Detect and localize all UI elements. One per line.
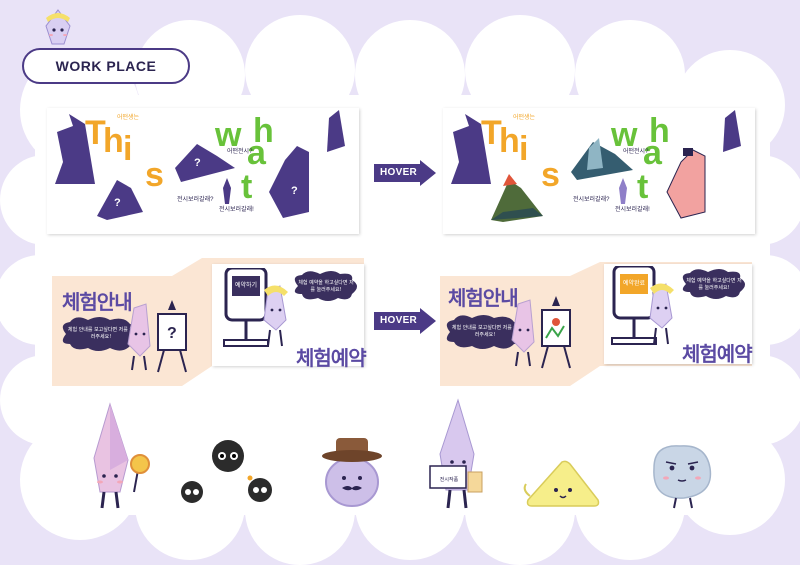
small-rocket-icon (223, 178, 231, 204)
crystal-sign-character (429, 398, 483, 509)
experience-reservation-title: 체험예약 (682, 342, 753, 366)
letter-t2: t (241, 168, 253, 206)
this-what-after-panel: T h i s w h a t 어떤생는 어떤전시? 전시보러갈래? 전시보러갈… (443, 108, 755, 234)
svg-text:?: ? (167, 325, 177, 342)
mascot-logo-icon (45, 9, 71, 45)
sign-label: 전시작품 (439, 477, 459, 483)
small-text-2: 어떤전시? (623, 149, 649, 155)
svg-text:?: ? (114, 197, 121, 209)
hover-arrow-1: HOVER (374, 160, 438, 186)
speech-bubble-right-text: 체험 예약을 하고싶다면 저를 눌러주세요! (686, 278, 742, 291)
letter-s: s (541, 156, 560, 194)
experience-reservation-title: 체험예약 (296, 346, 367, 370)
hat-mustache-character (322, 438, 382, 507)
crystal-character-with-painted-easel (511, 296, 571, 369)
this-what-before-panel: ? ? ? T h i s w h a t 어떤생는 어떤전시? 전시보러갈래?… (47, 108, 359, 234)
crystal-character-with-easel: ? (127, 300, 187, 373)
page-title-pill: WORK PLACE (22, 48, 190, 84)
soot-sprites-characters (181, 440, 272, 503)
speech-bubble-right-text: 체험 예약을 하고싶다면 저를 눌러주세요! (298, 280, 354, 293)
letter-s: s (145, 156, 164, 194)
caption-2: 전시보러갈래! (219, 207, 254, 213)
caption-1: 전시보러갈래? (573, 197, 610, 203)
small-text-1: 어떤생는 (513, 115, 536, 121)
small-text-2: 어떤전시? (227, 149, 253, 155)
gray-blob-character (653, 445, 712, 509)
letter-i: i (519, 130, 529, 168)
hover-label: HOVER (380, 167, 418, 178)
cheese-triangle-character (523, 460, 600, 507)
hover-arrow-2: HOVER (374, 308, 438, 334)
caption-1: 전시보러갈래? (177, 197, 214, 203)
letter-i: i (123, 130, 133, 168)
letter-h: h (103, 122, 124, 160)
svg-text:?: ? (291, 185, 298, 197)
hover-label: HOVER (380, 315, 418, 326)
page-title: WORK PLACE (55, 58, 157, 74)
small-text-1: 어떤생는 (117, 115, 140, 121)
letter-t2: t (637, 168, 649, 206)
kiosk-screen-label: 예약하기 (234, 282, 258, 289)
crystal-lollipop-character (93, 402, 150, 509)
svg-text:?: ? (194, 157, 201, 169)
letter-h: h (499, 122, 520, 160)
caption-2: 전시보러갈래! (615, 207, 650, 213)
